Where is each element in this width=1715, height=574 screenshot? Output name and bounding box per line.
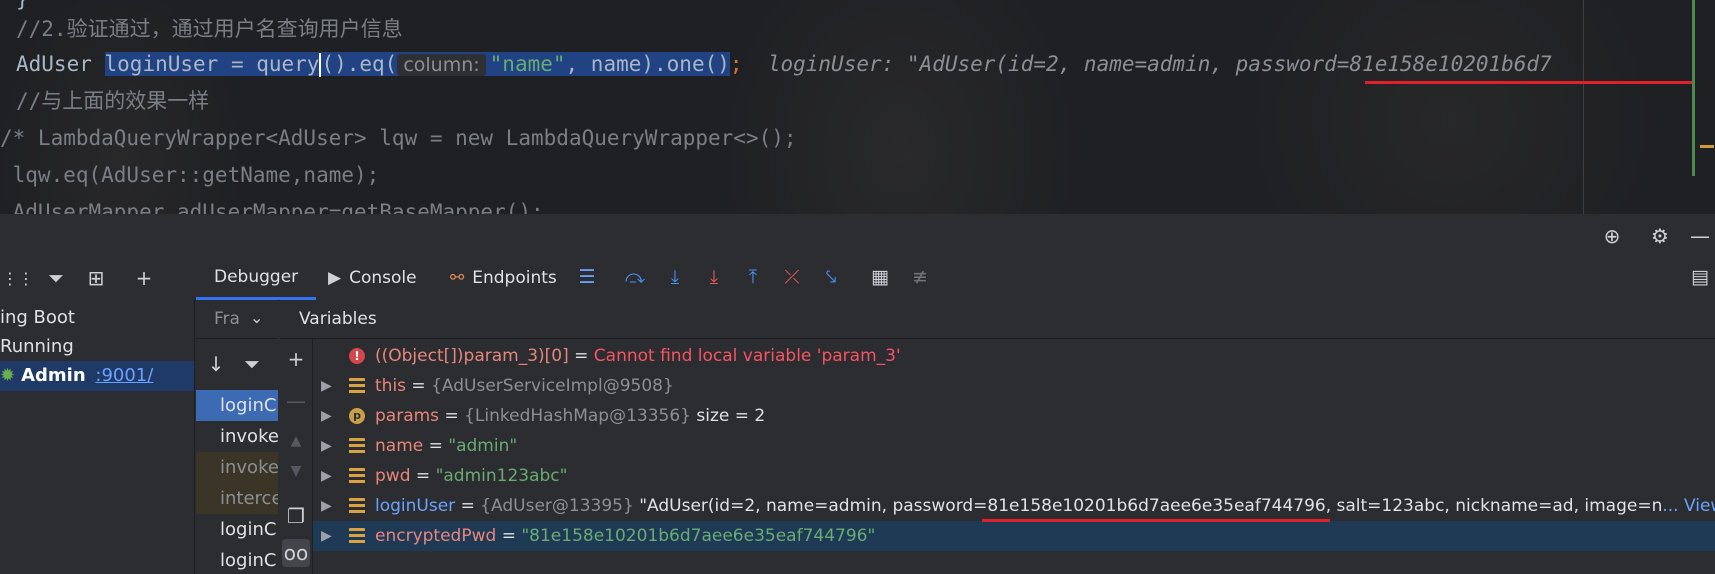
expand-arrow-icon[interactable]: ▶ — [321, 491, 332, 521]
list-item-admin[interactable]: ✹ Admin :9001/ — [0, 361, 194, 391]
add-icon[interactable]: + — [132, 266, 156, 290]
code-line-comment-2: //与上面的效果一样 — [16, 89, 210, 113]
variable-row[interactable]: ▶ name = "admin" — [313, 431, 1715, 461]
frame-row[interactable]: invoke — [196, 452, 278, 483]
port-link[interactable]: :9001/ — [95, 365, 153, 386]
expand-arrow-icon[interactable]: ▶ — [321, 371, 332, 401]
endpoints-icon: ⚯ — [450, 268, 465, 288]
warning-marker[interactable] — [1700, 145, 1714, 148]
step-out-icon[interactable]: ⤒ — [741, 265, 765, 289]
move-down-icon[interactable]: ▼ — [284, 459, 308, 483]
tab-endpoints[interactable]: ⚯ Endpoints — [450, 256, 557, 300]
type-name: AdUser — [16, 52, 92, 76]
list-item[interactable]: ing Boot — [0, 303, 75, 333]
expand-arrow-icon[interactable]: ▶ — [321, 521, 332, 551]
menu-icon[interactable]: ☰ — [575, 265, 599, 289]
parameter-hint: column: — [397, 54, 486, 76]
arrow-down-icon[interactable]: ↓ — [204, 352, 228, 376]
tab-debugger[interactable]: Debugger — [196, 256, 317, 300]
expand-arrow-icon[interactable]: ▶ — [321, 431, 332, 461]
code-line-login-query: AdUser loginUser = query().eq(column: "na… — [16, 52, 1552, 77]
variable-row[interactable]: ! ((Object[])param_3)[0] = Cannot find l… — [313, 341, 1715, 371]
add-group-icon[interactable]: ⊞ — [82, 266, 110, 290]
filter-icon[interactable]: ⏷ — [240, 352, 264, 376]
bug-icon: ✹ — [0, 365, 16, 386]
copy-icon[interactable]: ❐ — [284, 504, 308, 528]
frames-panel: Fra ⌄ ↓ ⏷ loginC invoke invoke interce l… — [196, 300, 278, 574]
field-icon — [349, 438, 365, 454]
list-item[interactable]: Running — [0, 332, 74, 362]
variables-header: Variables — [280, 300, 1715, 339]
run-to-cursor-icon[interactable]: ⤥ — [819, 265, 843, 289]
variables-gutter: + — ▲ ▼ ❐ oo — [280, 339, 313, 574]
code-line-comment: //2.验证通过，通过用户名查询用户信息 — [16, 17, 403, 41]
field-icon — [349, 468, 365, 484]
expand-arrow-icon[interactable]: ▶ — [321, 401, 332, 431]
trace-icon[interactable]: ≢ — [908, 265, 932, 289]
inline-debug-value: loginUser: "AdUser(id=2, name=admin, pas… — [767, 52, 1552, 76]
right-margin-guide — [1583, 0, 1584, 214]
debug-panel-header — [0, 214, 1715, 254]
frame-row[interactable]: loginC — [196, 390, 278, 421]
variable-row[interactable]: ▶ p params = {LinkedHashMap@13356} size … — [313, 401, 1715, 431]
glasses-icon[interactable]: oo — [282, 539, 310, 567]
frame-row[interactable]: interce — [196, 483, 278, 514]
tab-console[interactable]: ▶ Console — [328, 256, 417, 300]
frame-row[interactable]: loginC — [196, 514, 278, 545]
frames-header: Fra ⌄ — [196, 300, 278, 339]
code-line-lqw: lqw.eq(AdUser::getName,name); — [0, 163, 380, 187]
chevron-down-icon[interactable]: ⌄ — [250, 308, 263, 327]
minimize-icon[interactable]: — — [1688, 224, 1712, 248]
code-editor[interactable]: } //2.验证通过，通过用户名查询用户信息 AdUser loginUser … — [0, 0, 1715, 214]
variable-row[interactable]: ▶ this = {AdUserServiceImpl@9508} — [313, 371, 1715, 401]
code-line-mapper: AdUserMapper adUserMapper=getBaseMapper(… — [0, 200, 544, 214]
variable-row-selected[interactable]: ▶ encryptedPwd = "81e158e10201b6d7aee6e3… — [313, 521, 1715, 551]
remove-watch-icon[interactable]: — — [284, 389, 308, 413]
filter-icon[interactable]: ⏷ — [42, 266, 70, 290]
error-icon: ! — [349, 348, 365, 364]
force-step-into-icon[interactable]: ⤓ — [702, 265, 726, 289]
gear-icon[interactable]: ⚙ — [1648, 224, 1672, 248]
frame-row[interactable]: loginC — [196, 545, 278, 574]
variable-row[interactable]: ▶ pwd = "admin123abc" — [313, 461, 1715, 491]
layout-icon[interactable]: ▤ — [1688, 265, 1712, 289]
field-icon — [349, 498, 365, 514]
variable-row[interactable]: ▶ loginUser = {AdUser@13395} "AdUser(id=… — [313, 491, 1715, 521]
view-link[interactable]: ... View — [1662, 496, 1715, 516]
target-icon[interactable]: ⊕ — [1600, 224, 1624, 248]
highlight-underline-editor — [1365, 81, 1692, 84]
step-into-icon[interactable]: ⤓ — [663, 265, 687, 289]
parameter-icon: p — [349, 408, 365, 424]
variables-tree: ! ((Object[])param_3)[0] = Cannot find l… — [313, 339, 1715, 574]
move-up-icon[interactable]: ▲ — [284, 429, 308, 453]
step-over-icon[interactable]: ⤼ — [623, 265, 647, 289]
tree-view-icon[interactable]: ⋮⋮ — [2, 266, 34, 290]
frame-row[interactable]: invoke — [196, 421, 278, 452]
field-icon — [349, 378, 365, 394]
code-line-1: } — [16, 0, 29, 14]
field-icon — [349, 528, 365, 544]
expand-arrow-icon[interactable]: ▶ — [321, 461, 332, 491]
console-icon: ▶ — [328, 268, 342, 288]
drop-frame-icon[interactable]: ⤫ — [780, 265, 804, 289]
add-watch-icon[interactable]: + — [284, 347, 308, 371]
services-panel: ing Boot Running ✹ Admin :9001/ — [0, 300, 195, 574]
highlight-underline-variables — [982, 519, 1330, 522]
evaluate-icon[interactable]: ▦ — [868, 265, 892, 289]
code-line-lambda: /* LambdaQueryWrapper<AdUser> lqw = new … — [0, 126, 797, 150]
change-marker-bar — [1692, 0, 1695, 176]
